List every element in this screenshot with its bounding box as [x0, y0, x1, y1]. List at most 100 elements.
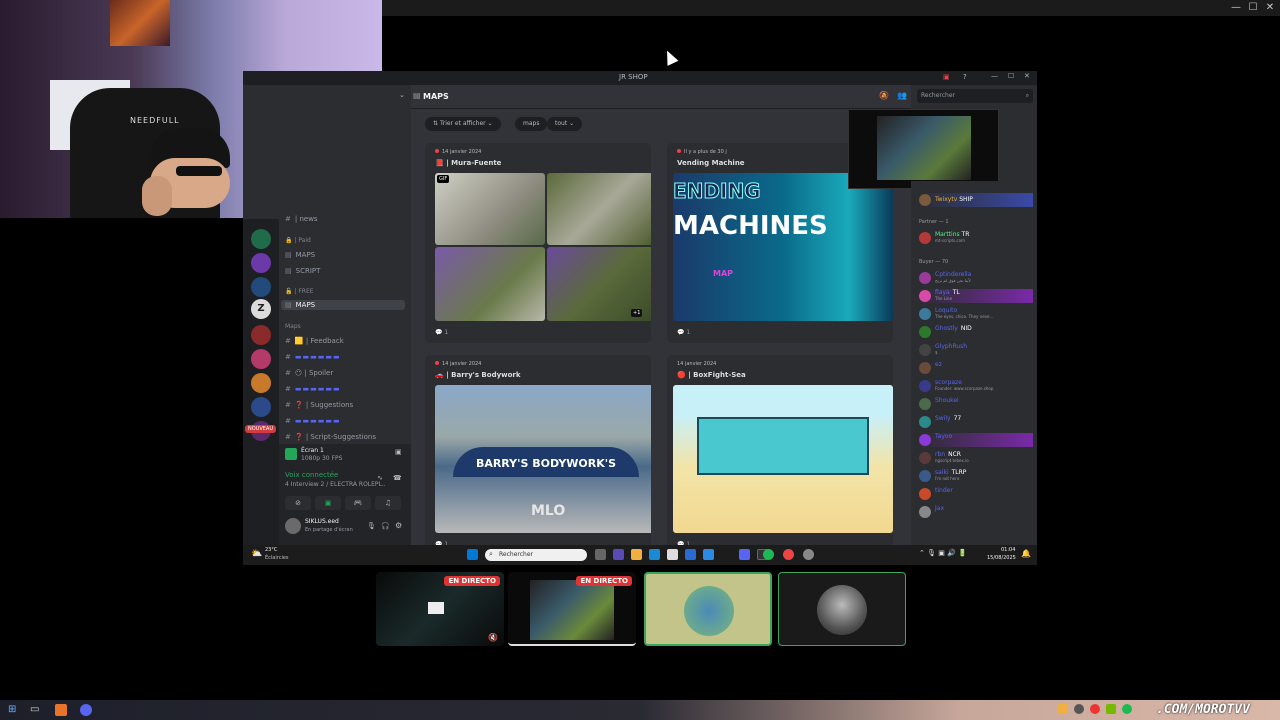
member-item[interactable]: Twixytv SHIP — [919, 193, 1033, 207]
channel-script-suggestions[interactable]: # ❓ | Script-Suggestions — [285, 433, 376, 441]
tag-maps[interactable]: maps — [515, 117, 548, 131]
stream-tile[interactable]: EN DIRECTO — [508, 572, 636, 646]
server-icon[interactable] — [251, 373, 271, 393]
member-item[interactable]: Swily 77 — [919, 415, 1033, 429]
voice-channel[interactable]: 4 Interview 2 / ELECTRA ROLEPL... — [285, 481, 385, 488]
muted-icon[interactable]: 🔇 — [488, 633, 498, 642]
category-maps[interactable]: Maps — [285, 323, 301, 330]
category-paid[interactable]: 🔒 | Paid — [285, 237, 311, 244]
server-icon[interactable] — [251, 349, 271, 369]
server-icon-z[interactable]: Z — [251, 299, 271, 319]
member-item[interactable]: Cptinderella لأننا نحن فوق لم نريح — [919, 271, 1033, 285]
inbox-icon[interactable]: ▣ — [943, 73, 953, 83]
member-item[interactable]: Ghostly NID — [919, 325, 1033, 339]
member-item[interactable]: tinder — [919, 487, 1033, 501]
noise-icon[interactable]: ∿ — [377, 474, 383, 482]
help-icon[interactable]: ? — [963, 73, 973, 83]
disconnect-icon[interactable]: ☎ — [393, 474, 402, 482]
notification-icon[interactable]: 🔔 — [1021, 549, 1031, 558]
explorer-icon[interactable] — [631, 549, 642, 560]
settings-icon[interactable] — [803, 549, 814, 560]
vscode-icon[interactable] — [703, 549, 714, 560]
member-item[interactable]: Marttins TR mt-scripts.com — [919, 231, 1033, 245]
tray-app-icon[interactable] — [1090, 704, 1100, 714]
channel-spoiler[interactable]: # 😶 | Spoiler — [285, 369, 333, 377]
chevron-down-icon[interactable]: ⌄ — [399, 91, 405, 99]
maximize-icon[interactable]: ☐ — [1008, 72, 1014, 80]
task-view-icon[interactable] — [595, 549, 606, 560]
taskbar-search[interactable]: Rechercher — [485, 549, 587, 561]
maximize-icon[interactable]: ☐ — [1247, 2, 1259, 14]
server-icon[interactable] — [251, 253, 271, 273]
channel-divider[interactable]: # ▬▬▬▬▬▬ — [285, 417, 341, 425]
outlook-icon[interactable] — [685, 549, 696, 560]
share-screen-button[interactable]: ▣ — [315, 496, 341, 510]
store-icon[interactable] — [667, 549, 678, 560]
channel-divider[interactable]: # ▬▬▬▬▬▬ — [285, 353, 341, 361]
server-icon[interactable] — [251, 277, 271, 297]
member-item[interactable]: Jax — [919, 505, 1033, 519]
channel-script[interactable]: ▤ SCRIPT — [285, 267, 320, 275]
close-icon[interactable]: ✕ — [1024, 72, 1030, 80]
channel-feedback[interactable]: # 🟨 | Feedback — [285, 337, 344, 345]
post-image[interactable]: ENDING MACHINES MAP — [673, 173, 893, 321]
discord-icon[interactable] — [80, 704, 92, 716]
post-image[interactable] — [435, 173, 545, 245]
member-item[interactable]: saiki TLRP I'm not here — [919, 469, 1033, 483]
channel-free-maps[interactable]: ▤ MAPS — [281, 300, 405, 310]
tag-all[interactable]: tout ⌄ — [547, 117, 583, 131]
member-item[interactable]: Shoukei — [919, 397, 1033, 411]
member-item[interactable]: flaya TL The Line — [919, 289, 1033, 303]
member-item[interactable]: Tayoo — [919, 433, 1033, 447]
task-view-icon[interactable]: ▭ — [30, 704, 39, 715]
participant-tile[interactable] — [778, 572, 906, 646]
microphone-icon[interactable]: 🎙 — [367, 522, 376, 530]
soundboard-button[interactable]: ♫ — [375, 496, 401, 510]
activity-button[interactable]: 🎮 — [345, 496, 371, 510]
stream-settings-icon[interactable]: ▣ — [395, 448, 402, 456]
channel-suggestions[interactable]: # ❓ | Suggestions — [285, 401, 353, 409]
copilot-icon[interactable] — [613, 549, 624, 560]
channel-paid-maps[interactable]: ▤ MAPS — [285, 251, 315, 259]
voice-connected[interactable]: Voix connectée — [285, 471, 338, 479]
minimize-icon[interactable]: — — [1230, 2, 1242, 14]
nvidia-icon[interactable] — [1106, 704, 1116, 714]
camera-button[interactable]: ⊘ — [285, 496, 311, 510]
discord-icon[interactable] — [739, 549, 750, 560]
stream-preview[interactable] — [848, 109, 999, 189]
server-icon[interactable] — [251, 397, 271, 417]
members-icon[interactable]: 👥 — [897, 91, 907, 100]
tray-app-icon[interactable] — [1122, 704, 1132, 714]
edge-icon[interactable] — [649, 549, 660, 560]
forum-post-boxfight-sea[interactable]: 14 janvier 2024 🔴 | BoxFight-Sea 💬 1 — [667, 355, 893, 545]
post-image[interactable] — [435, 247, 545, 321]
gear-icon[interactable]: ⚙ — [395, 521, 402, 530]
member-item[interactable]: Loquito The eyes, chico. They neve... — [919, 307, 1033, 321]
category-free[interactable]: 🔓 | FREE — [285, 288, 314, 295]
windows-start-icon[interactable] — [467, 549, 478, 560]
tray-app-icon[interactable] — [1058, 704, 1068, 714]
post-image[interactable] — [547, 173, 651, 245]
headphones-icon[interactable]: 🎧 — [381, 522, 390, 530]
close-icon[interactable]: ✕ — [1264, 2, 1276, 14]
server-icon[interactable] — [251, 325, 271, 345]
member-item[interactable]: ez — [919, 361, 1033, 375]
channel-divider[interactable]: # ▬▬▬▬▬▬ — [285, 385, 341, 393]
forum-post-barrys-bodywork[interactable]: 14 janvier 2024 🚗 | Barry's Bodywork BAR… — [425, 355, 651, 545]
stream-tile[interactable]: EN DIRECTO 🔇 — [376, 572, 504, 646]
tray-icons[interactable]: ⌃ 🎙 ▣ 🔊 🔋 — [919, 549, 967, 557]
minimize-icon[interactable]: — — [991, 72, 998, 80]
search-input[interactable]: Rechercher ⌕ — [917, 89, 1033, 103]
participant-tile[interactable] — [644, 572, 772, 646]
channel-news[interactable]: # | news — [285, 215, 318, 223]
mute-icon[interactable]: 🔕 — [879, 91, 889, 100]
spotify-icon[interactable] — [763, 549, 774, 560]
forum-post-mura-fuente[interactable]: 14 janvier 2024 📕 | Mura-Fuente GIF +1 💬… — [425, 143, 651, 343]
chrome-icon[interactable] — [783, 549, 794, 560]
server-icon[interactable] — [251, 229, 271, 249]
sort-button[interactable]: ⇅ Trier et afficher ⌄ — [425, 117, 501, 131]
tray-app-icon[interactable] — [1074, 704, 1084, 714]
windows-start-icon[interactable]: ⊞ — [8, 704, 16, 715]
avatar[interactable] — [285, 518, 301, 534]
app-icon[interactable] — [55, 704, 67, 716]
